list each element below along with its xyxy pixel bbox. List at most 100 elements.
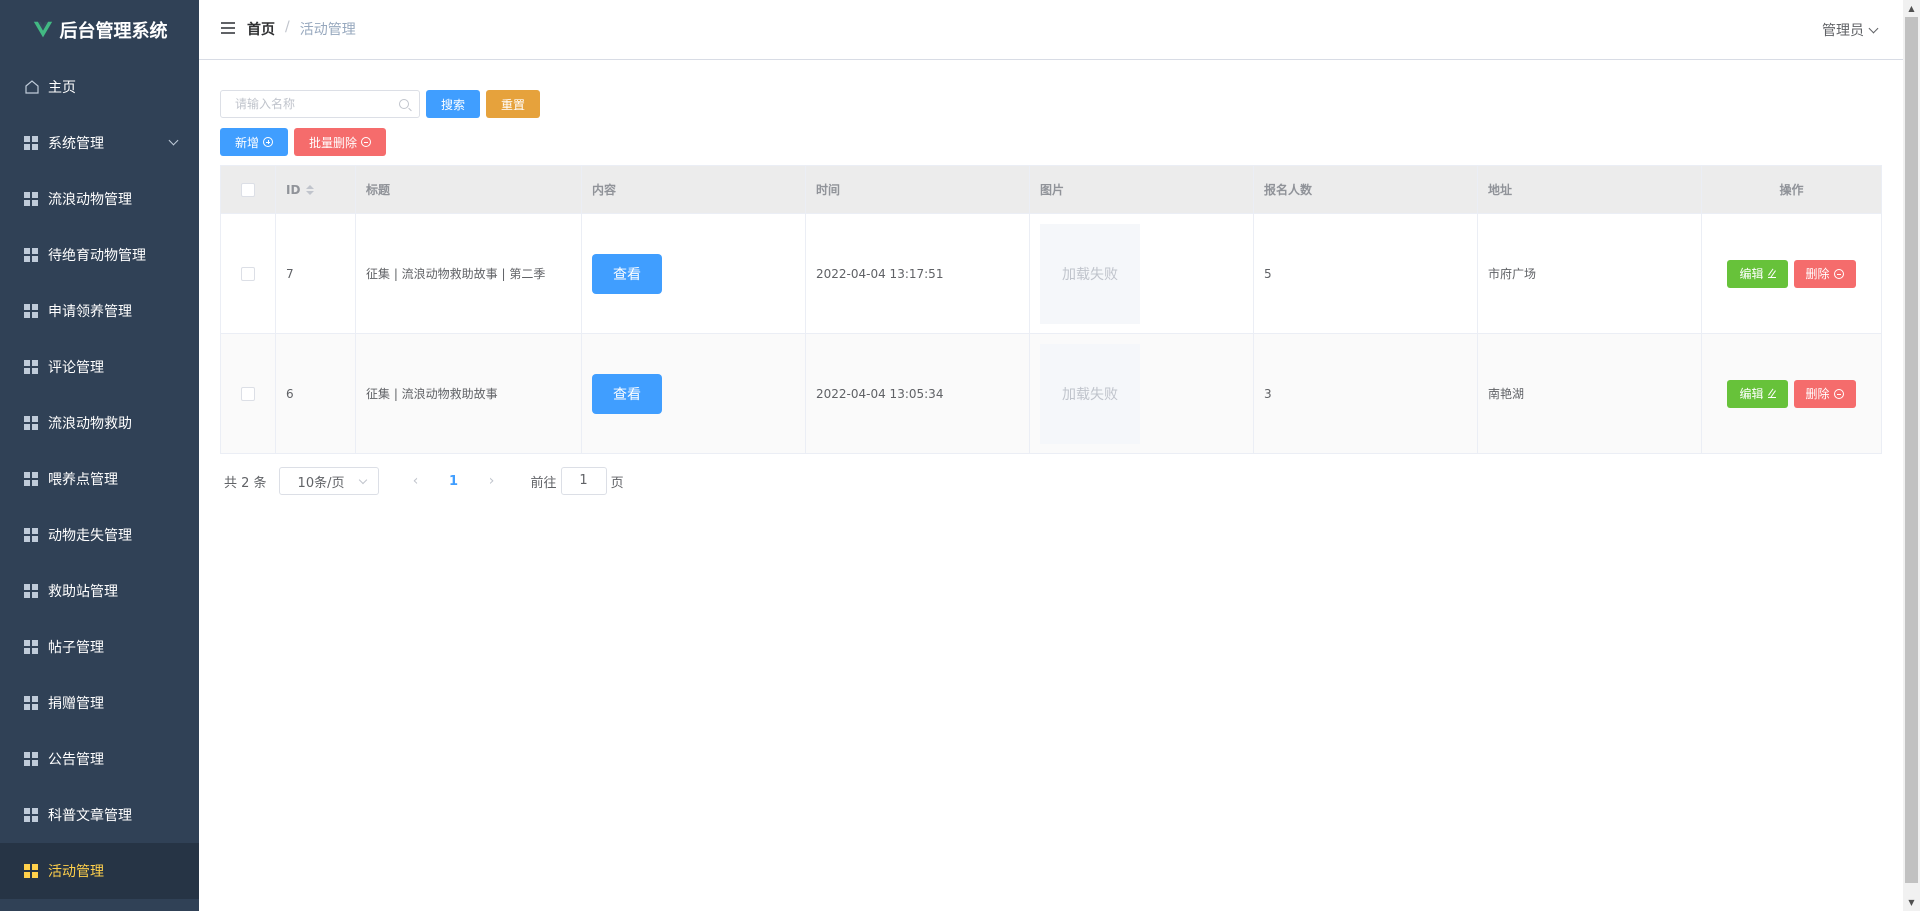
- pagination: 共 2 条 10条/页 ‹ 1 › 前往 1 页: [220, 467, 1882, 495]
- view-content-button[interactable]: 查看: [592, 253, 662, 294]
- cell-id: 7: [276, 214, 356, 333]
- grid-icon: [24, 472, 38, 486]
- batch-delete-label: 批量删除: [309, 135, 358, 150]
- activity-table: ID 标题 内容 时间 图片 报名人数 地址 操作 7 征集 | 流浪动物救助故事…: [220, 165, 1882, 454]
- sidebar-item-label: 捐赠管理: [48, 696, 104, 712]
- sidebar: 后台管理系统 主页系统管理流浪动物管理待绝育动物管理申请领养管理 评论管理流浪动物…: [0, 0, 199, 911]
- sidebar-item[interactable]: 公告管理: [0, 731, 199, 787]
- reset-button[interactable]: 重置: [486, 90, 541, 118]
- search-input[interactable]: [221, 91, 391, 117]
- column-header-label: ID: [286, 182, 301, 197]
- scroll-up-arrow-icon[interactable]: ▲: [1903, 0, 1920, 17]
- sidebar-item[interactable]: 救助站管理: [0, 563, 199, 619]
- image-load-failed: 加载失败: [1040, 343, 1140, 444]
- sidebar-item[interactable]: 评论管理: [0, 339, 199, 395]
- select-all-checkbox[interactable]: [241, 182, 255, 197]
- column-header-time: 时间: [806, 166, 1030, 213]
- sidebar-item-label: 科普文章管理: [48, 808, 132, 824]
- cell-title: 征集 | 流浪动物救助故事: [356, 334, 582, 453]
- cell-content: 查看: [582, 334, 806, 453]
- grid-icon: [24, 528, 38, 542]
- goto-page-input[interactable]: 1: [560, 467, 607, 495]
- logo[interactable]: 后台管理系统: [0, 0, 199, 59]
- sidebar-item-label: 活动管理: [48, 864, 104, 880]
- sidebar-item[interactable]: 动物走失管理: [0, 507, 199, 563]
- cell-count: 5: [1254, 214, 1478, 333]
- scroll-thumb[interactable]: [1905, 17, 1918, 883]
- sidebar-item-label: 喂养点管理: [48, 472, 118, 488]
- circle-minus-icon: [361, 137, 372, 147]
- hamburger-icon[interactable]: [221, 22, 235, 34]
- pagination-total: 共 2 条: [224, 475, 267, 491]
- breadcrumb-home[interactable]: 首页: [247, 19, 275, 39]
- cell-title: 征集 | 流浪动物救助故事 | 第二季: [356, 214, 582, 333]
- sidebar-item[interactable]: 待绝育动物管理: [0, 227, 199, 283]
- grid-icon: [24, 808, 38, 822]
- cell-actions: 编辑 删除: [1702, 334, 1881, 453]
- delete-button[interactable]: 删除: [1793, 259, 1856, 288]
- sidebar-item-label: 动物走失管理: [48, 528, 132, 544]
- column-header-id[interactable]: ID: [276, 166, 356, 213]
- cell-address: 市府广场: [1478, 214, 1702, 333]
- row-checkbox[interactable]: [241, 386, 255, 401]
- page-scrollbar[interactable]: ▲ ▼: [1903, 0, 1920, 911]
- sidebar-item-label: 待绝育动物管理: [48, 248, 146, 264]
- sidebar-item-label: 帖子管理: [48, 640, 104, 656]
- sidebar-item[interactable]: 申请领养管理: [0, 283, 199, 339]
- grid-icon: [24, 752, 38, 766]
- next-page-icon[interactable]: ›: [477, 467, 507, 495]
- circle-plus-icon: [263, 137, 274, 147]
- prev-page-icon[interactable]: ‹: [401, 467, 431, 495]
- column-header-address: 地址: [1478, 166, 1702, 213]
- grid-icon: [24, 360, 38, 374]
- sidebar-item-label: 系统管理: [48, 136, 104, 152]
- page-number-current[interactable]: 1: [439, 474, 469, 489]
- sidebar-item[interactable]: 流浪动物管理: [0, 171, 199, 227]
- grid-icon: [24, 304, 38, 318]
- batch-delete-button[interactable]: 批量删除: [294, 128, 387, 156]
- main-content: 搜索 重置 新增 批量删除 ID 标题 内容 时间 图片 报名人数 地址 操作 …: [220, 89, 1882, 495]
- grid-icon: [24, 640, 38, 654]
- add-button[interactable]: 新增: [220, 128, 289, 156]
- sidebar-item[interactable]: 主页: [0, 59, 199, 115]
- cell-time: 2022-04-04 13:05:34: [806, 334, 1030, 453]
- vue-logo-icon: [33, 21, 52, 37]
- sidebar-item[interactable]: 活动管理: [0, 843, 199, 899]
- sidebar-item[interactable]: 捐赠管理: [0, 675, 199, 731]
- table-header: ID 标题 内容 时间 图片 报名人数 地址 操作: [221, 166, 1881, 213]
- column-header-count: 报名人数: [1254, 166, 1478, 213]
- goto-prefix: 前往: [530, 475, 557, 491]
- sidebar-item[interactable]: 帖子管理: [0, 619, 199, 675]
- scroll-down-arrow-icon[interactable]: ▼: [1903, 894, 1920, 911]
- sidebar-item[interactable]: 科普文章管理: [0, 787, 199, 843]
- grid-icon: [24, 584, 38, 598]
- view-content-button[interactable]: 查看: [592, 373, 662, 414]
- sort-icon[interactable]: [306, 184, 315, 195]
- row-select-cell: [221, 334, 276, 453]
- edit-button[interactable]: 编辑: [1727, 259, 1788, 288]
- sidebar-item[interactable]: 系统管理: [0, 115, 199, 171]
- image-load-failed: 加载失败: [1040, 223, 1140, 324]
- user-dropdown[interactable]: 管理员: [1822, 20, 1879, 40]
- goto-suffix: 页: [610, 475, 624, 491]
- page-size-select[interactable]: 10条/页: [278, 467, 379, 495]
- edit-button[interactable]: 编辑: [1727, 379, 1788, 408]
- search-button[interactable]: 搜索: [426, 90, 481, 118]
- cell-count: 3: [1254, 334, 1478, 453]
- sidebar-item-label: 流浪动物救助: [48, 416, 132, 432]
- action-toolbar: 新增 批量删除: [220, 128, 1882, 156]
- sidebar-item[interactable]: 流浪动物救助: [0, 395, 199, 451]
- sidebar-menu: 主页系统管理流浪动物管理待绝育动物管理申请领养管理 评论管理流浪动物救助 喂养点管理…: [0, 59, 199, 899]
- circle-minus-icon: [1833, 268, 1844, 279]
- grid-icon: [24, 696, 38, 710]
- delete-button[interactable]: 删除: [1793, 379, 1856, 408]
- column-header-image: 图片: [1030, 166, 1254, 213]
- cell-image: 加载失败: [1030, 214, 1254, 333]
- sidebar-item[interactable]: 喂养点管理: [0, 451, 199, 507]
- row-checkbox[interactable]: [241, 266, 255, 281]
- home-icon: [25, 80, 39, 94]
- breadcrumb-current: 活动管理: [299, 22, 356, 38]
- app-title: 后台管理系统: [59, 20, 168, 42]
- page-jumper: 前往 1 页: [531, 467, 624, 495]
- edit-label: 编辑: [1739, 387, 1764, 401]
